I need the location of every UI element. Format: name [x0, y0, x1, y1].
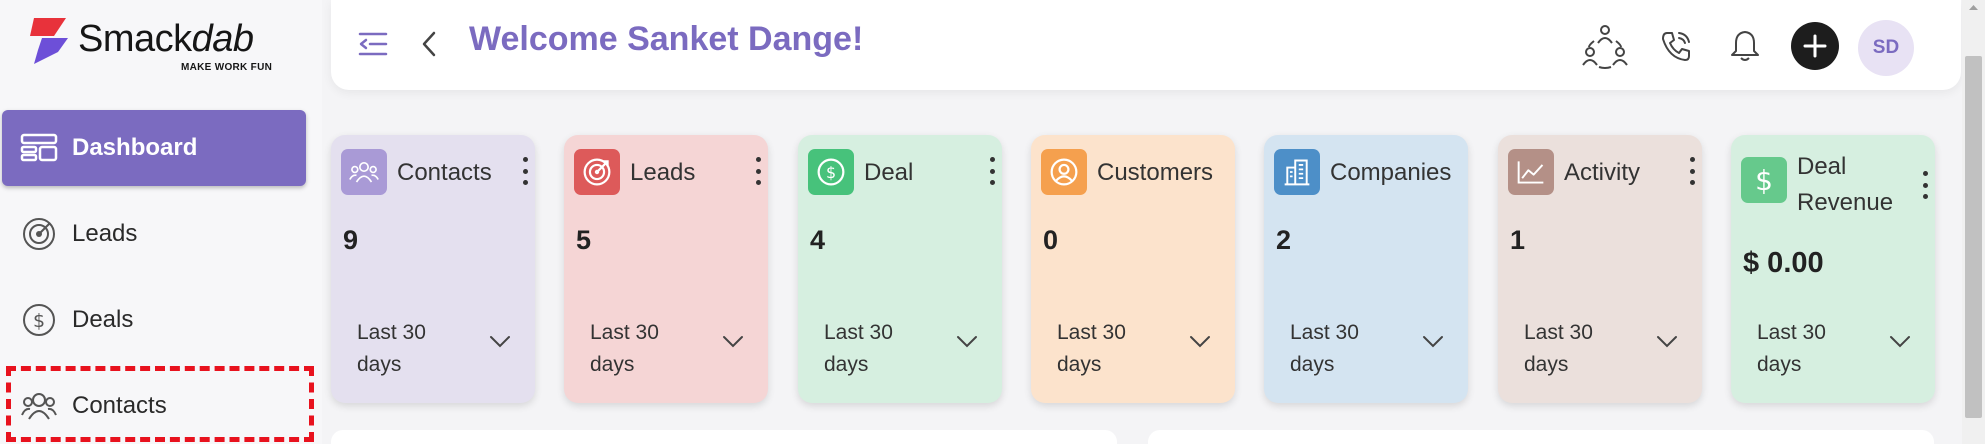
- sidebar-item-label: Dashboard: [72, 134, 198, 161]
- more-options-icon[interactable]: [986, 157, 998, 185]
- vertical-scrollbar[interactable]: [1962, 0, 1985, 444]
- card-period: Last 30 days: [1757, 321, 1826, 376]
- svg-text:$: $: [1755, 165, 1773, 195]
- bell-icon[interactable]: [1727, 26, 1763, 66]
- dashboard-icon: [20, 129, 58, 167]
- card-title: Deal: [864, 159, 914, 186]
- card-period: Last 30 days: [357, 321, 426, 376]
- user-avatar[interactable]: SD: [1858, 20, 1914, 76]
- chevron-down-icon[interactable]: [956, 335, 978, 354]
- sidebar: Smackdab MAKE WORK FUN Dashboard Leads $…: [0, 0, 322, 444]
- logo-mark-icon: [30, 18, 68, 64]
- user-circle-icon: [1041, 149, 1087, 195]
- card-period: Last 30 days: [1524, 321, 1593, 376]
- card-value: $ 0.00: [1743, 247, 1824, 279]
- plus-icon: [1803, 34, 1827, 58]
- card-value: 0: [1043, 225, 1059, 255]
- card-value: 9: [343, 225, 359, 255]
- card-title: Activity: [1564, 159, 1641, 186]
- back-icon[interactable]: [416, 26, 442, 62]
- card-value: 4: [810, 225, 826, 255]
- card-value: 2: [1276, 225, 1292, 255]
- card-title: Contacts: [397, 159, 492, 186]
- card-title: Leads: [630, 159, 696, 186]
- more-options-icon[interactable]: [752, 157, 764, 185]
- chevron-down-icon[interactable]: [489, 335, 511, 354]
- stat-card-activity[interactable]: Activity 1 Last 30 days: [1498, 135, 1702, 403]
- stat-card-companies[interactable]: Companies 2 Last 30 days: [1264, 135, 1468, 403]
- bottom-panel-left: [331, 430, 1117, 444]
- card-value: 5: [576, 225, 592, 255]
- card-period: Last 30 days: [1057, 321, 1126, 376]
- bottom-panel-right: [1148, 430, 1934, 444]
- more-options-icon[interactable]: [519, 157, 531, 185]
- card-title: Companies: [1330, 159, 1452, 186]
- target-icon: [574, 149, 620, 195]
- stat-card-deal-revenue[interactable]: $ Deal Revenue $ 0.00 Last 30 days: [1731, 135, 1935, 403]
- add-button[interactable]: [1791, 22, 1839, 70]
- building-icon: [1274, 149, 1320, 195]
- logo-tagline: MAKE WORK FUN: [181, 62, 273, 73]
- card-title: Deal Revenue: [1797, 153, 1894, 216]
- stat-card-customers[interactable]: Customers 0 Last 30 days: [1031, 135, 1235, 403]
- chevron-down-icon[interactable]: [1422, 335, 1444, 354]
- chart-line-icon: [1508, 149, 1554, 195]
- chevron-down-icon[interactable]: [1189, 335, 1211, 354]
- team-icon[interactable]: [1580, 20, 1630, 70]
- card-period: Last 30 days: [590, 321, 659, 376]
- stat-card-leads[interactable]: Leads 5 Last 30 days: [564, 135, 768, 403]
- stat-card-contacts[interactable]: Contacts 9 Last 30 days: [331, 135, 535, 403]
- scroll-up-icon[interactable]: [1965, 0, 1982, 14]
- card-value: 1: [1510, 225, 1526, 255]
- chevron-down-icon[interactable]: [1656, 335, 1678, 354]
- sidebar-item-deals[interactable]: $ Deals: [2, 282, 306, 358]
- sidebar-item-leads[interactable]: Leads: [2, 196, 306, 272]
- dollar-icon: $: [808, 149, 854, 195]
- people-icon: [341, 149, 387, 195]
- more-options-icon[interactable]: [1919, 171, 1931, 199]
- stat-card-deal[interactable]: $ Deal 4 Last 30 days: [798, 135, 1002, 403]
- svg-text:$: $: [33, 310, 45, 332]
- card-period: Last 30 days: [1290, 321, 1359, 376]
- more-options-icon[interactable]: [1686, 157, 1698, 185]
- chevron-down-icon[interactable]: [1889, 335, 1911, 354]
- smackdab-logo[interactable]: Smackdab MAKE WORK FUN: [28, 16, 288, 78]
- chevron-down-icon[interactable]: [722, 335, 744, 354]
- sidebar-item-dashboard[interactable]: Dashboard: [2, 110, 306, 186]
- dollar-icon: $: [20, 301, 58, 339]
- card-period: Last 30 days: [824, 321, 893, 376]
- svg-text:$: $: [826, 163, 836, 182]
- collapse-menu-icon[interactable]: [355, 26, 391, 62]
- page-title: Welcome Sanket Dange!: [469, 20, 864, 58]
- dollar-icon: $: [1741, 157, 1787, 203]
- sidebar-item-label: Deals: [72, 306, 134, 333]
- sidebar-item-label: Leads: [72, 220, 138, 247]
- scrollbar-thumb[interactable]: [1965, 56, 1982, 418]
- phone-icon[interactable]: [1656, 26, 1696, 66]
- logo-wordmark: Smackdab: [78, 18, 254, 60]
- target-icon: [20, 215, 58, 253]
- contacts-highlight-box: [6, 366, 314, 442]
- card-title: Customers: [1097, 159, 1214, 186]
